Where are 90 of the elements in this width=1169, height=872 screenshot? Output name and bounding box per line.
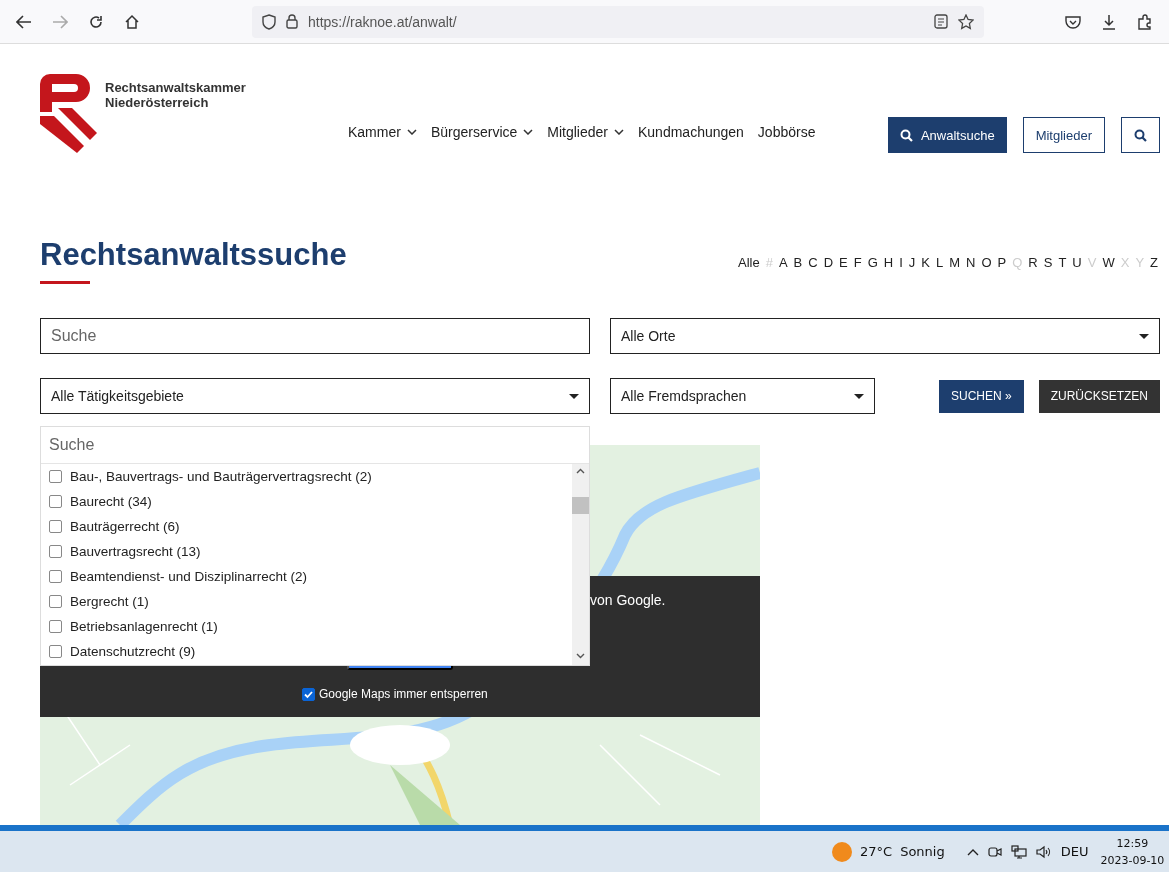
organization-name: Rechtsanwaltskammer Niederösterreich xyxy=(105,80,246,112)
url-text: https://raknoe.at/anwalt/ xyxy=(308,13,458,30)
checkbox[interactable] xyxy=(49,520,62,533)
option-label[interactable]: Betriebsanlagenrecht (1) xyxy=(70,619,218,634)
alphabet-filter-link[interactable]: R xyxy=(1028,255,1038,270)
option-label[interactable]: Bauvertragsrecht (13) xyxy=(70,544,201,559)
download-icon xyxy=(1101,13,1117,30)
option-label[interactable]: Datenschutzrecht (9) xyxy=(70,644,196,659)
nav-menu-item[interactable]: Mitglieder xyxy=(547,124,624,140)
alphabet-filter-link[interactable]: U xyxy=(1072,255,1082,270)
nav-menu-item[interactable]: Jobbörse xyxy=(757,124,816,140)
option-label[interactable]: Bau-, Bauvertrags- und Bauträgervertragsrecht (2) xyxy=(70,469,372,484)
caret-icon xyxy=(569,393,579,399)
forward-arrow-icon xyxy=(52,14,68,29)
reset-button[interactable]: ZURÜCKSETZEN xyxy=(1038,379,1160,413)
alphabet-filter-link[interactable]: S xyxy=(1043,255,1053,270)
search-field[interactable]: Suche xyxy=(40,318,590,354)
keyboard-language-text[interactable]: DEU xyxy=(1060,844,1089,859)
caret-icon xyxy=(1139,333,1149,339)
members-button[interactable]: Mitglieder xyxy=(1022,117,1105,153)
lock-icon xyxy=(286,14,298,29)
practice-areas-select[interactable]: Alle Tätigkeitsgebiete xyxy=(40,378,590,414)
temperature-text: 27°C xyxy=(860,844,893,859)
search-submit-button[interactable]: SUCHEN » xyxy=(938,379,1024,413)
puzzle-icon xyxy=(1137,13,1153,30)
volume-icon[interactable] xyxy=(1035,844,1052,859)
logo-icon xyxy=(40,74,97,153)
checkbox[interactable] xyxy=(49,495,62,508)
shield-icon xyxy=(262,13,276,30)
alphabet-filter-link[interactable]: C xyxy=(808,255,818,270)
search-icon xyxy=(1134,128,1147,142)
pocket-icon xyxy=(1065,14,1081,29)
clock[interactable]: 12:59 2023-09-10 xyxy=(1100,834,1165,869)
address-bar[interactable]: https://raknoe.at/anwalt/ xyxy=(252,5,984,38)
checkbox[interactable] xyxy=(49,570,62,583)
option-label[interactable]: Bauträgerrecht (6) xyxy=(70,519,180,534)
nav-menu-item[interactable]: Kammer xyxy=(348,124,417,140)
alphabet-filter-link[interactable]: L xyxy=(935,255,944,270)
page-title: Rechtsanwaltssuche xyxy=(40,237,347,273)
checkbox[interactable] xyxy=(49,545,62,558)
reload-icon xyxy=(88,13,104,30)
sun-icon xyxy=(832,841,852,862)
caret-icon xyxy=(853,393,864,399)
consent-notice-text: von Google. xyxy=(590,592,666,608)
search-button[interactable] xyxy=(1121,117,1160,153)
weather-text: Sonnig xyxy=(900,844,945,859)
alphabet-filter-link[interactable]: B xyxy=(793,255,803,270)
alphabet-filter-link[interactable]: P xyxy=(997,255,1007,270)
chevron-up-icon[interactable] xyxy=(966,847,979,856)
checkbox[interactable] xyxy=(49,620,62,633)
option-label[interactable]: Baurecht (34) xyxy=(70,494,152,509)
alphabet-filter-link[interactable]: K xyxy=(921,255,930,270)
chevron-down-icon xyxy=(406,129,417,135)
alphabet-filter-link[interactable]: T xyxy=(1058,255,1067,270)
alphabet-filter-link[interactable]: O xyxy=(981,255,992,270)
chevron-down-icon xyxy=(523,129,534,135)
alphabet-filter-link[interactable]: H xyxy=(883,255,894,270)
alphabet-filter-link[interactable]: N xyxy=(966,255,976,270)
alphabet-filter-link[interactable]: A xyxy=(778,255,788,270)
chevron-down-icon xyxy=(614,129,624,135)
nav-menu-item[interactable]: Bürgerservice xyxy=(430,124,534,140)
languages-select[interactable]: Alle Fremdsprachen xyxy=(610,378,875,414)
alphabet-filter-link[interactable]: M xyxy=(949,255,961,270)
places-select[interactable]: Alle Orte xyxy=(610,318,1160,354)
checkbox[interactable] xyxy=(49,470,62,483)
checkbox[interactable] xyxy=(49,645,62,658)
search-icon xyxy=(899,128,913,142)
alphabet-filter-link[interactable]: E xyxy=(839,255,848,270)
alphabet-filter-link[interactable]: G xyxy=(867,255,878,270)
scrollbar[interactable] xyxy=(572,464,589,665)
star-icon[interactable] xyxy=(958,13,974,30)
home-icon xyxy=(124,13,140,30)
alphabet-filter-link[interactable]: F xyxy=(853,255,862,270)
camera-icon[interactable] xyxy=(987,844,1002,859)
alphabet-filter-link[interactable]: I xyxy=(899,255,903,270)
back-arrow-icon xyxy=(16,14,32,29)
checkbox-label: Google Maps immer entsperren xyxy=(319,687,488,701)
checkbox[interactable] xyxy=(49,595,62,608)
alphabet-filter-link[interactable]: J xyxy=(908,255,916,270)
option-label[interactable]: Beamtendienst- und Disziplinarrecht (2) xyxy=(70,569,308,584)
alphabet-filter-link[interactable]: Z xyxy=(1150,255,1158,270)
checkbox[interactable] xyxy=(302,687,315,701)
option-label[interactable]: Bergrecht (1) xyxy=(70,594,149,609)
alphabet-filter-link[interactable]: Alle xyxy=(737,255,760,270)
reader-view-icon[interactable] xyxy=(934,14,948,29)
network-icon[interactable] xyxy=(1010,844,1027,859)
nav-menu-item[interactable]: Kundmachungen xyxy=(638,124,744,140)
alphabet-filter-link[interactable]: W xyxy=(1102,255,1115,270)
lawyer-search-button[interactable]: Anwaltsuche xyxy=(887,117,1007,153)
alphabet-filter-link[interactable]: D xyxy=(823,255,833,270)
